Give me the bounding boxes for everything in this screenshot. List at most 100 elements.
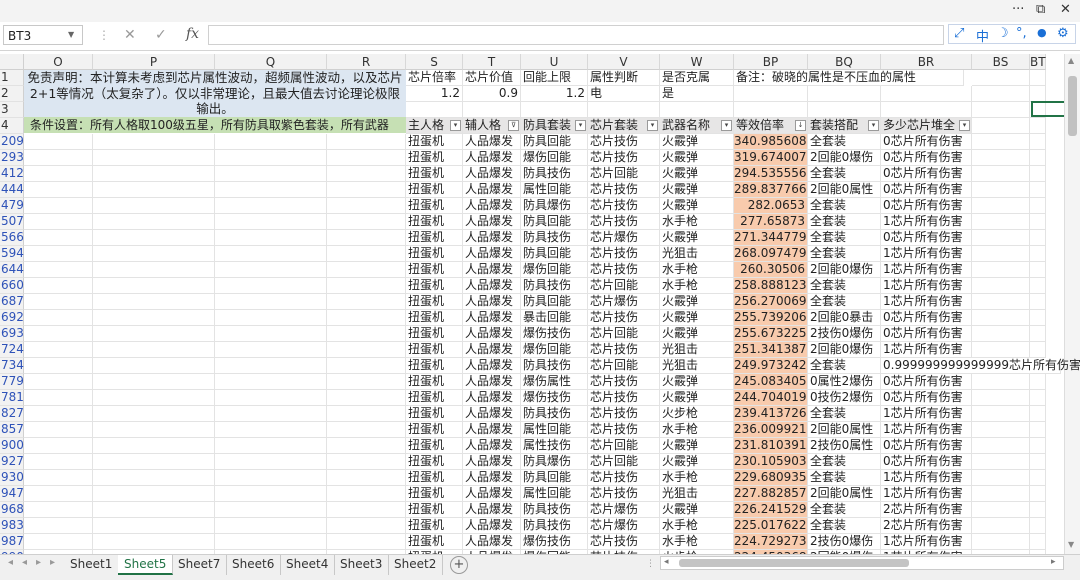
cell[interactable] (1030, 70, 1046, 86)
cell[interactable] (93, 198, 215, 214)
cell[interactable] (24, 470, 93, 486)
ime-user-icon[interactable]: ● (1037, 26, 1047, 39)
cell[interactable] (972, 406, 1030, 422)
table-cell[interactable]: 芯片爆伤 (588, 294, 660, 310)
table-cell[interactable]: 全套装 (808, 294, 881, 310)
cell[interactable] (327, 166, 406, 182)
table-cell[interactable]: 0芯片所有伤害 (881, 182, 972, 198)
cell[interactable] (1030, 278, 1046, 294)
cell[interactable] (1030, 134, 1046, 150)
cell[interactable] (972, 70, 1030, 86)
table-cell[interactable]: 芯片回能 (588, 166, 660, 182)
table-cell[interactable]: 0.999999999999999芯片所有伤害 (881, 358, 1080, 374)
table-cell[interactable]: 爆伤技伤 (521, 390, 588, 406)
ime-settings-icon[interactable]: ⚙ (1057, 26, 1069, 41)
cell[interactable] (972, 454, 1030, 470)
column-header-bt[interactable]: BT (1030, 54, 1046, 70)
multiplier-cell[interactable]: 282.0653 (734, 198, 808, 214)
cell[interactable] (215, 438, 327, 454)
table-cell[interactable]: 芯片技伤 (588, 198, 660, 214)
table-cell[interactable]: 芯片技伤 (588, 406, 660, 422)
table-cell[interactable]: 0芯片所有伤害 (881, 166, 972, 182)
table-cell[interactable]: 全套装 (808, 358, 881, 374)
cell[interactable] (1030, 518, 1046, 534)
table-cell[interactable]: 水手枪 (660, 518, 734, 534)
table-cell[interactable]: 芯片技伤 (588, 262, 660, 278)
cell[interactable] (93, 486, 215, 502)
cell[interactable] (215, 470, 327, 486)
cell[interactable] (1030, 118, 1046, 134)
row-header[interactable]: 827 (0, 406, 24, 422)
cell[interactable] (972, 262, 1030, 278)
cell[interactable] (327, 534, 406, 550)
table-cell[interactable]: 光狙击 (660, 246, 734, 262)
column-header-r[interactable]: R (327, 54, 406, 70)
select-all-corner[interactable] (0, 54, 24, 70)
table-cell[interactable]: 扭蛋机 (406, 374, 463, 390)
multiplier-cell[interactable]: 258.888123 (734, 278, 808, 294)
cell[interactable] (327, 310, 406, 326)
table-cell[interactable]: 全套装 (808, 518, 881, 534)
table-cell[interactable]: 芯片技伤 (588, 214, 660, 230)
row-header[interactable]: 412 (0, 166, 24, 182)
scroll-left-icon[interactable]: ◂ (664, 557, 669, 567)
column-header-q[interactable]: Q (215, 54, 327, 70)
table-cell[interactable]: 1芯片所有伤害 (881, 278, 972, 294)
multiplier-cell[interactable]: 226.241529 (734, 502, 808, 518)
table-cell[interactable]: 芯片技伤 (588, 470, 660, 486)
cell[interactable] (93, 310, 215, 326)
table-cell[interactable]: 防具技伤 (521, 502, 588, 518)
cell[interactable] (327, 422, 406, 438)
cell[interactable] (93, 358, 215, 374)
multiplier-cell[interactable]: 319.674007 (734, 150, 808, 166)
table-cell[interactable]: 爆伤回能 (521, 342, 588, 358)
cell[interactable] (327, 438, 406, 454)
table-cell[interactable]: 属性回能 (521, 486, 588, 502)
param-value-t[interactable]: 0.9 (463, 86, 521, 102)
table-cell[interactable]: 爆伤属性 (521, 374, 588, 390)
table-cell[interactable]: 人品爆发 (463, 182, 521, 198)
cell[interactable] (1030, 438, 1046, 454)
cell[interactable] (327, 150, 406, 166)
ime-language-icon[interactable]: 中 (976, 26, 989, 45)
cell[interactable] (1030, 182, 1046, 198)
table-header-t[interactable]: 辅人格 (463, 118, 521, 134)
cell[interactable] (215, 486, 327, 502)
sheet-tab-sheet4[interactable]: Sheet4 (280, 555, 336, 575)
first-sheet-icon[interactable]: ◂ (8, 557, 13, 568)
cell[interactable] (24, 438, 93, 454)
table-cell[interactable]: 爆伤技伤 (521, 326, 588, 342)
table-cell[interactable]: 2回能0属性 (808, 182, 881, 198)
table-header-s[interactable]: 主人格 (406, 118, 463, 134)
column-header-w[interactable]: W (660, 54, 734, 70)
table-cell[interactable]: 2芯片所有伤害 (881, 518, 972, 534)
table-cell[interactable]: 人品爆发 (463, 246, 521, 262)
column-header-o[interactable]: O (24, 54, 93, 70)
cell[interactable] (215, 310, 327, 326)
table-cell[interactable]: 全套装 (808, 134, 881, 150)
cell[interactable] (972, 534, 1030, 550)
table-cell[interactable]: 0芯片所有伤害 (881, 230, 972, 246)
cell[interactable] (24, 358, 93, 374)
cell[interactable] (588, 102, 660, 118)
table-cell[interactable]: 防具技伤 (521, 518, 588, 534)
horizontal-scrollbar[interactable]: ◂ ▸ (660, 556, 1064, 570)
table-cell[interactable]: 防具爆伤 (521, 198, 588, 214)
table-cell[interactable]: 0芯片所有伤害 (881, 310, 972, 326)
cell[interactable] (327, 502, 406, 518)
table-cell[interactable]: 防具回能 (521, 134, 588, 150)
cell[interactable] (327, 262, 406, 278)
table-cell[interactable]: 防具回能 (521, 246, 588, 262)
cell[interactable] (93, 454, 215, 470)
table-cell[interactable]: 芯片回能 (588, 358, 660, 374)
note-cell[interactable]: 备注：破晓的属性是不压血的属性 (734, 70, 964, 86)
table-cell[interactable]: 扭蛋机 (406, 198, 463, 214)
cell[interactable] (215, 198, 327, 214)
multiplier-cell[interactable]: 289.837766 (734, 182, 808, 198)
table-cell[interactable]: 芯片回能 (588, 278, 660, 294)
cell[interactable] (24, 182, 93, 198)
table-cell[interactable]: 人品爆发 (463, 198, 521, 214)
table-cell[interactable]: 光狙击 (660, 358, 734, 374)
row-header[interactable]: 594 (0, 246, 24, 262)
multiplier-cell[interactable]: 224.729273 (734, 534, 808, 550)
